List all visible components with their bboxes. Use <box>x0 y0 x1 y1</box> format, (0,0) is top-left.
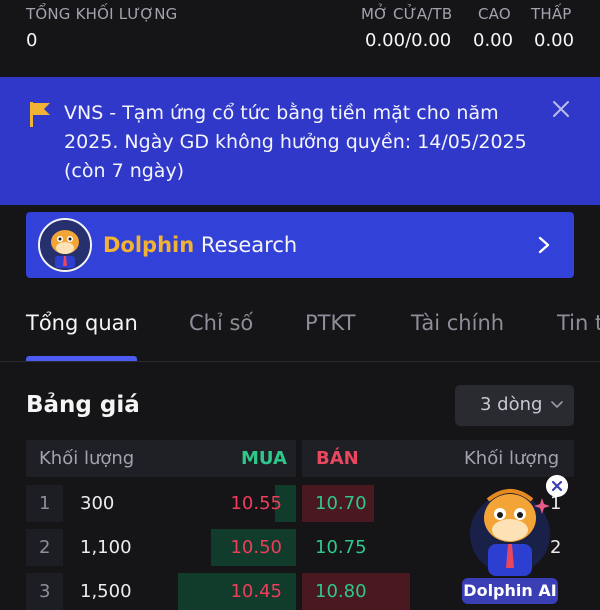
tab-overview[interactable]: Tổng quan <box>26 311 138 335</box>
dolphin-research-title: Dolphin Research <box>103 233 297 257</box>
header-buy: MUA <box>241 448 287 469</box>
row-index: 1 <box>39 493 51 514</box>
rows-select-value: 3 dòng <box>480 394 543 415</box>
buy-price[interactable]: 10.50 <box>212 537 282 558</box>
price-board-title: Bảng giá <box>26 392 140 418</box>
tab-divider <box>0 361 600 362</box>
open-avg-value: 0.00/0.00 <box>365 30 452 51</box>
tab-indicators[interactable]: Chỉ số <box>189 311 253 335</box>
notice-text: VNS - Tạm ứng cổ tức bằng tiền mặt cho n… <box>64 102 527 182</box>
buy-volume: 1,100 <box>80 537 132 558</box>
buy-price[interactable]: 10.55 <box>212 493 282 514</box>
dolphin-ai-label[interactable]: Dolphin AI <box>462 578 558 604</box>
research-rest-text: Research <box>194 233 298 257</box>
tab-finance[interactable]: Tài chính <box>411 311 504 335</box>
dolphin-ai-mascot <box>470 489 550 576</box>
sell-price[interactable]: 10.75 <box>315 537 367 558</box>
row-index: 3 <box>39 581 51 602</box>
low-value: 0.00 <box>534 30 575 51</box>
chevron-right-icon <box>538 236 550 254</box>
buy-volume: 300 <box>80 493 115 514</box>
research-brand-text: Dolphin <box>103 233 195 257</box>
buy-price[interactable]: 10.45 <box>212 581 282 602</box>
header-separator <box>296 440 302 477</box>
tab-news[interactable]: Tin t <box>557 311 600 335</box>
tab-technical[interactable]: PTKT <box>305 311 355 335</box>
buy-volume: 1,500 <box>80 581 132 602</box>
flag-icon <box>30 102 50 127</box>
header-sell: BÁN <box>316 448 359 469</box>
header-sell-volume: Khối lượng <box>464 448 560 469</box>
low-label: THẤP <box>531 5 572 23</box>
close-icon[interactable] <box>550 98 572 120</box>
total-volume-label: TỔNG KHỐI LƯỢNG <box>26 5 178 23</box>
sell-price[interactable]: 10.70 <box>315 493 367 514</box>
close-icon[interactable] <box>546 475 568 497</box>
high-label: CAO <box>478 5 511 23</box>
chevron-down-icon <box>551 401 563 409</box>
sell-price[interactable]: 10.80 <box>315 581 367 602</box>
dolphin-mascot-avatar <box>38 218 92 272</box>
total-volume-value: 0 <box>26 30 38 51</box>
high-value: 0.00 <box>473 30 514 51</box>
open-avg-label: MỞ CỬA/TB <box>361 5 453 23</box>
row-index: 2 <box>39 537 51 558</box>
header-buy-volume: Khối lượng <box>39 448 135 469</box>
